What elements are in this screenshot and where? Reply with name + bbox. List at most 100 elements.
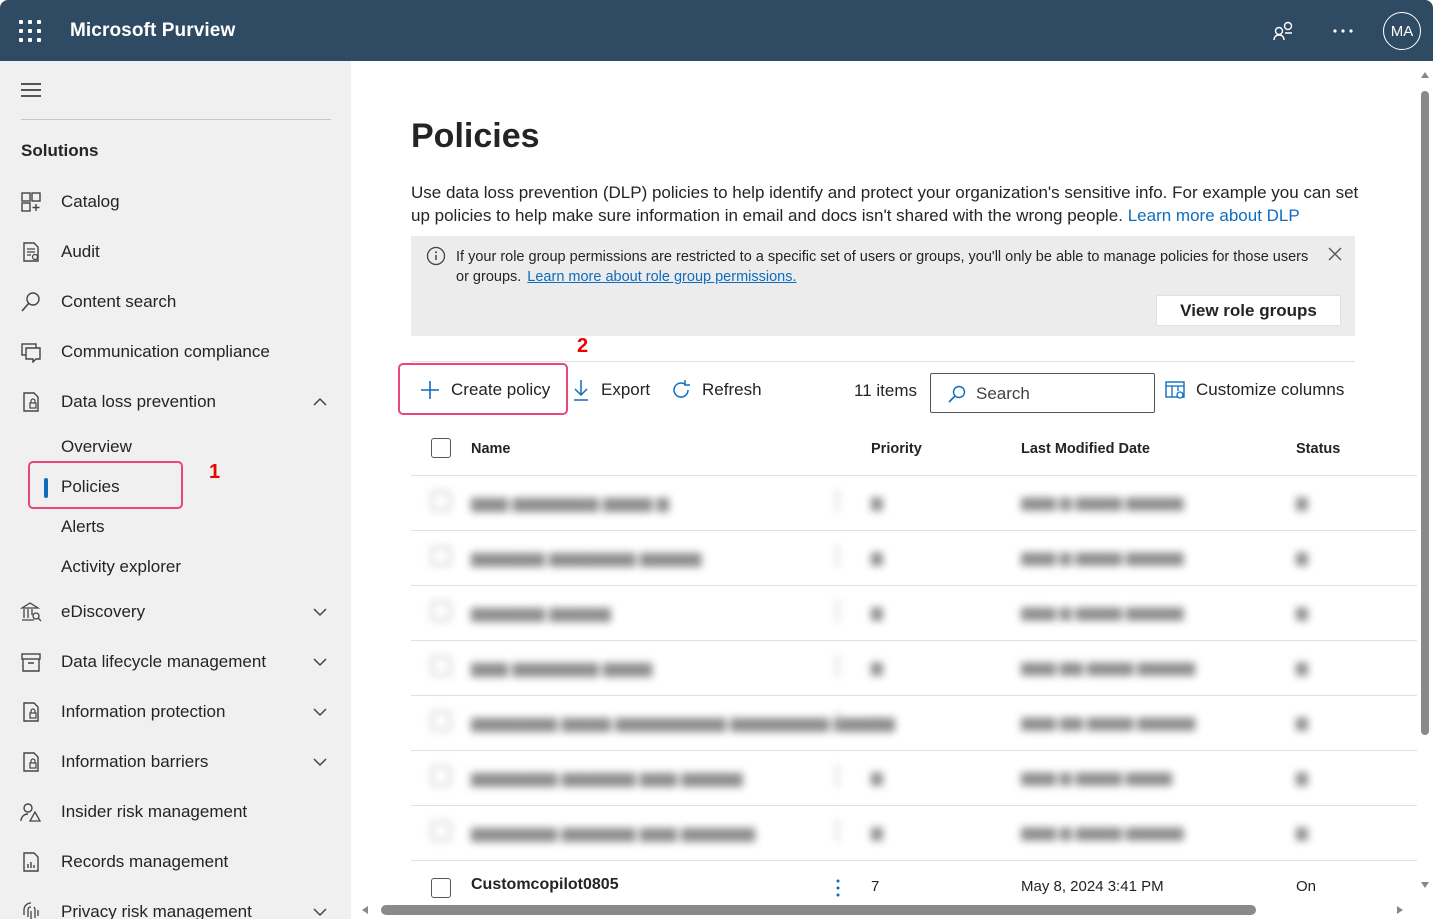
chevron-down-icon[interactable]: [312, 907, 328, 917]
vertical-scroll-thumb[interactable]: [1421, 91, 1429, 735]
sidebar-item-insider-risk-management[interactable]: Insider risk management: [0, 792, 351, 832]
sidebar-item-communication-compliance[interactable]: Communication compliance: [0, 332, 351, 372]
scroll-left-icon[interactable]: [361, 905, 369, 915]
sidebar-item-label: Data loss prevention: [61, 392, 216, 411]
customize-columns-label: Customize columns: [1196, 380, 1345, 399]
top-header-bar: Microsoft Purview MA: [0, 0, 1433, 61]
row-divider: [411, 860, 1417, 861]
sidebar-item-label: Data lifecycle management: [61, 652, 267, 671]
policy-status: On: [1296, 878, 1317, 895]
sidebar-item-label: Records management: [61, 852, 229, 871]
table-row[interactable]: ▆▆▆▆▆▆▆ ▆▆▆▆▆▆ ▆▆▆ ▆▆▆▆▆▆ ▆ ▆▆▆ ▆ ▆▆▆▆ ▆▆▆…: [411, 805, 1351, 859]
select-all-checkbox[interactable]: [431, 438, 451, 458]
scroll-up-icon[interactable]: [1420, 71, 1430, 79]
sidebar-item-label: Privacy risk management: [61, 902, 252, 919]
page-title: Policies: [411, 117, 540, 155]
policy-priority: 7: [871, 878, 880, 895]
chevron-down-icon[interactable]: [312, 607, 328, 617]
column-header-priority[interactable]: Priority: [871, 441, 922, 457]
role-group-permissions-link[interactable]: Learn more about role group permissions.: [527, 269, 796, 285]
app-title[interactable]: Microsoft Purview: [70, 20, 235, 42]
hamburger-menu-icon[interactable]: [21, 83, 41, 97]
insider-risk-icon: [20, 803, 42, 822]
row-checkbox[interactable]: [431, 878, 451, 898]
sidebar-item-label: Information barriers: [61, 752, 209, 771]
sidebar-item-catalog[interactable]: Catalog: [0, 182, 351, 222]
sidebar-section-title: Solutions: [21, 141, 99, 160]
community-icon[interactable]: [1271, 18, 1297, 44]
sidebar-item-audit[interactable]: Audit: [0, 232, 351, 272]
info-message: If your role group permissions are restr…: [456, 247, 1316, 287]
customize-columns-button[interactable]: Customize columns: [1164, 376, 1344, 404]
more-actions-icon[interactable]: [835, 877, 841, 899]
table-row[interactable]: ▆▆▆▆▆▆▆ ▆▆▆▆▆▆ ▆▆▆ ▆▆▆▆▆ ▆ ▆▆▆ ▆ ▆▆▆▆ ▆▆▆▆…: [411, 750, 1351, 804]
sidebar-item-information-barriers[interactable]: Information barriers: [0, 742, 351, 782]
view-role-groups-button[interactable]: View role groups: [1156, 295, 1341, 326]
toolbar-divider: [411, 361, 1355, 362]
archive-icon: [21, 653, 41, 672]
sidebar-subitem-activity-explorer[interactable]: Activity explorer: [61, 557, 181, 577]
sidebar-subitem-alerts[interactable]: Alerts: [61, 517, 104, 537]
main-content: Policies Use data loss prevention (DLP) …: [351, 61, 1417, 919]
customize-columns-icon: [1165, 381, 1185, 399]
sidebar-item-records-management[interactable]: Records management: [0, 842, 351, 882]
vertical-scrollbar[interactable]: [1417, 61, 1433, 919]
sidebar-item-label: eDiscovery: [61, 602, 146, 621]
avatar[interactable]: MA: [1383, 12, 1421, 50]
annotation-box-2: [398, 363, 568, 415]
sidebar-item-label: Insider risk management: [61, 802, 248, 821]
chevron-up-icon[interactable]: [312, 397, 328, 407]
chevron-down-icon[interactable]: [312, 707, 328, 717]
close-icon[interactable]: [1327, 246, 1343, 262]
download-icon: [574, 380, 588, 401]
horizontal-scroll-thumb[interactable]: [381, 905, 1256, 915]
annotation-number-2: 2: [577, 335, 589, 357]
info-barriers-icon: [23, 752, 39, 772]
page-description: Use data loss prevention (DLP) policies …: [411, 181, 1359, 227]
sidebar-subitem-overview[interactable]: Overview: [61, 437, 132, 457]
search-placeholder: Search: [976, 384, 1030, 403]
export-button[interactable]: Export: [571, 376, 650, 404]
search-input[interactable]: Search: [930, 373, 1155, 413]
table-row[interactable]: ▆▆▆▆▆▆▆ ▆▆▆▆ ▆▆▆▆▆▆▆▆▆ ▆▆▆▆▆▆▆▆ ▆▆▆▆▆ ▆ ▆▆…: [411, 695, 1351, 749]
annotation-number-1: 1: [209, 461, 221, 483]
export-label: Export: [601, 380, 651, 399]
sidebar-item-data-loss-prevention[interactable]: Data loss prevention: [0, 382, 351, 422]
info-icon: [426, 246, 446, 266]
dlp-icon: [23, 392, 39, 412]
sidebar-item-label: Communication compliance: [61, 342, 270, 361]
records-icon: [23, 852, 39, 872]
table-row[interactable]: ▆▆▆▆▆▆ ▆▆▆▆▆▆▆ ▆▆▆▆▆ ▆ ▆▆▆ ▆ ▆▆▆▆ ▆▆▆▆▆ ▆: [411, 530, 1351, 584]
chat-icon: [21, 343, 41, 363]
annotation-box-1: [28, 461, 183, 509]
column-header-name[interactable]: Name: [471, 441, 511, 457]
sidebar-item-information-protection[interactable]: Information protection: [0, 692, 351, 732]
chevron-down-icon[interactable]: [312, 757, 328, 767]
horizontal-scrollbar[interactable]: [351, 901, 1417, 919]
refresh-button[interactable]: Refresh: [670, 376, 762, 404]
sidebar-item-content-search[interactable]: Content search: [0, 282, 351, 322]
scroll-down-icon[interactable]: [1420, 881, 1430, 889]
refresh-label: Refresh: [702, 380, 762, 399]
learn-more-dlp-link[interactable]: Learn more about DLP: [1128, 206, 1300, 225]
column-header-status[interactable]: Status: [1296, 441, 1340, 457]
items-count: 11 items: [854, 381, 917, 400]
sidebar-item-label: Information protection: [61, 702, 226, 721]
table-row[interactable]: ▆▆▆ ▆▆▆▆▆▆▆ ▆▆▆▆ ▆ ▆▆▆ ▆▆ ▆▆▆▆ ▆▆▆▆▆ ▆: [411, 640, 1351, 694]
table-row[interactable]: ▆▆▆▆▆▆ ▆▆▆▆▆ ▆ ▆▆▆ ▆ ▆▆▆▆ ▆▆▆▆▆ ▆: [411, 585, 1351, 639]
app-launcher-icon[interactable]: [19, 20, 41, 42]
sidebar-item-privacy-risk-management[interactable]: Privacy risk management: [0, 892, 351, 919]
sidebar-item-ediscovery[interactable]: eDiscovery: [0, 592, 351, 632]
audit-icon: [23, 242, 39, 262]
sidebar-item-label: Catalog: [61, 192, 120, 211]
more-options-icon[interactable]: [1330, 18, 1356, 44]
table-row[interactable]: ▆▆▆ ▆▆▆▆▆▆▆ ▆▆▆▆ ▆ ▆ ▆▆▆ ▆ ▆▆▆▆ ▆▆▆▆▆ ▆: [411, 475, 1351, 529]
sidebar-item-data-lifecycle-management[interactable]: Data lifecycle management: [0, 642, 351, 682]
policy-name[interactable]: Customcopilot0805: [471, 876, 619, 894]
scroll-right-icon[interactable]: [1396, 905, 1404, 915]
ediscovery-icon: [20, 602, 42, 622]
column-header-last-modified[interactable]: Last Modified Date: [1021, 441, 1150, 457]
sidebar-item-label: Content search: [61, 292, 177, 311]
chevron-down-icon[interactable]: [312, 657, 328, 667]
sidebar: Solutions Catalog Audit Content search C…: [0, 61, 351, 919]
